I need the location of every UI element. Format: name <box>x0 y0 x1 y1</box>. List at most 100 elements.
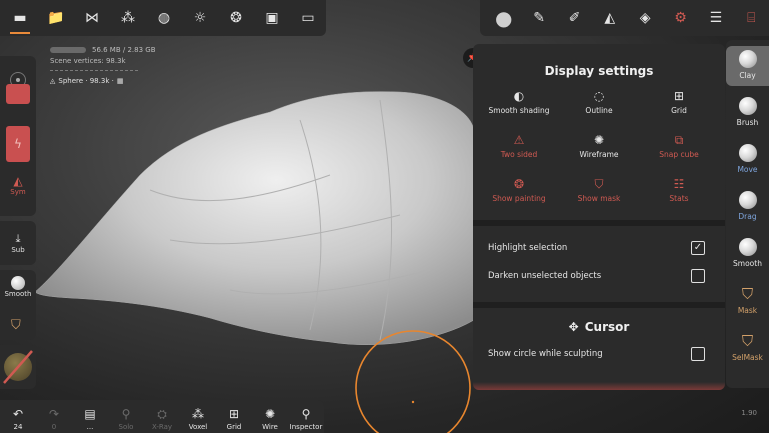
stats-separator <box>50 70 138 71</box>
smooth-label: Smooth <box>4 290 32 298</box>
option-two-sided[interactable]: ⚠ Two sided <box>479 132 559 168</box>
bottom-toolbar: ↶ 24 ↷ 0 ▤... ⚲ Solo ⛭ X-Ray ⁂ Voxel ⊞ Grid ✺ Wire ⚲ Ins… <box>0 400 324 433</box>
inspector-button[interactable]: ⚲ Inspector <box>288 400 324 433</box>
object-row[interactable]: ◬ Sphere · 98.3k · ▦ <box>50 76 156 87</box>
smooth-shading-label: Smooth shading <box>488 106 550 115</box>
tool-drag[interactable]: Drag <box>726 187 769 227</box>
object-text: Sphere · 98.3k · <box>58 77 114 85</box>
aperture-icon[interactable]: ❂ <box>218 1 254 35</box>
darken-unselected-checkbox[interactable] <box>691 269 705 283</box>
solo-icon: ⚲ <box>121 407 131 421</box>
scene-icon[interactable]: ▬ <box>2 1 38 35</box>
option-stats[interactable]: ☷ Stats <box>639 176 719 212</box>
wire-icon: ✺ <box>264 407 276 421</box>
smooth-button[interactable]: Smooth <box>0 276 36 298</box>
sphere-grid-icon[interactable]: ◍ <box>146 1 182 35</box>
drag-ball-icon <box>738 191 757 209</box>
sun-icon[interactable]: ☼ <box>182 1 218 35</box>
xray-button[interactable]: ⛭ X-Ray <box>144 400 180 433</box>
move-ball-icon <box>738 144 757 162</box>
sliders-icon[interactable]: ☰ <box>698 1 733 35</box>
tool-brush[interactable]: Brush <box>726 93 769 133</box>
xray-label: X-Ray <box>151 423 173 431</box>
disabled-slash-icon <box>3 350 33 384</box>
move-cross-icon: ✥ <box>568 320 579 334</box>
sub-label: Sub <box>11 246 25 254</box>
settings-gear-icon[interactable]: ⚙ <box>663 1 698 35</box>
mask-shield-icon[interactable]: ⛉ <box>11 318 21 333</box>
smooth-mask-group: Smooth ⛉ <box>0 270 36 340</box>
history-stack-icon[interactable]: ⌸ <box>734 1 769 35</box>
layers-tree-icon[interactable]: ⁂ <box>110 1 146 35</box>
tool-move[interactable]: Move <box>726 140 769 180</box>
brush-pen-icon[interactable]: ✎ <box>521 1 556 35</box>
panel-scroll-glow <box>473 382 725 390</box>
section-divider <box>473 302 725 308</box>
highlight-selection-row[interactable]: Highlight selection ✓ <box>473 234 725 262</box>
outline-icon: ◌ <box>593 89 605 103</box>
version-label: 1.90 <box>741 409 757 417</box>
snap-cube-icon: ⧉ <box>674 133 684 147</box>
mask-shield-icon: ⛉ <box>741 285 754 303</box>
smooth-ball-icon <box>738 238 757 256</box>
symmetry-icon: ◭ <box>13 174 23 188</box>
option-show-mask[interactable]: ⛉ Show mask <box>559 176 639 212</box>
undo-button[interactable]: ↶ 24 <box>0 400 36 433</box>
darken-unselected-row[interactable]: Darken unselected objects <box>473 262 725 290</box>
highlight-selection-checkbox[interactable]: ✓ <box>691 241 705 255</box>
drag-label: Drag <box>738 212 757 221</box>
display-options-grid: ◐ Smooth shading ◌ Outline ⊞ Grid ⚠ Two sided ✺ W… <box>473 88 725 212</box>
stack-layers-icon[interactable]: ◈ <box>628 1 663 35</box>
wire-button[interactable]: ✺ Wire <box>252 400 288 433</box>
show-circle-row[interactable]: Show circle while sculpting <box>473 340 725 368</box>
show-mask-label: Show mask <box>577 194 621 203</box>
option-outline[interactable]: ◌ Outline <box>559 88 639 124</box>
folder-icon[interactable]: 📁 <box>38 1 74 35</box>
material-sphere-icon[interactable]: ● <box>486 1 521 35</box>
voxel-label: Voxel <box>188 423 208 431</box>
eye-icon: ◬ <box>50 77 56 85</box>
tool-mask[interactable]: ⛉ Mask <box>726 281 769 321</box>
radius-slider[interactable] <box>6 84 30 104</box>
image-icon[interactable]: ▣ <box>254 1 290 35</box>
brush-label: Brush <box>736 118 759 127</box>
inspector-icon: ⚲ <box>301 407 311 421</box>
wireframe-label: Wireframe <box>579 150 619 159</box>
intensity-slider[interactable]: ϟ <box>6 126 30 162</box>
share-nodes-icon[interactable]: ⋈ <box>74 1 110 35</box>
clay-ball-icon <box>738 50 757 68</box>
option-snap-cube[interactable]: ⧉ Snap cube <box>639 132 719 168</box>
tool-clay[interactable]: Clay <box>726 46 769 86</box>
selmask-label: SelMask <box>732 353 763 362</box>
sub-button[interactable]: ⤓ Sub <box>0 221 36 265</box>
solo-button[interactable]: ⚲ Solo <box>108 400 144 433</box>
tool-smooth[interactable]: Smooth <box>726 234 769 274</box>
eyedropper-icon[interactable]: ✐ <box>557 1 592 35</box>
option-wireframe[interactable]: ✺ Wireframe <box>559 132 639 168</box>
left-tool-group: ϟ ◭ Sym <box>0 56 36 216</box>
files-button[interactable]: ▤... <box>72 400 108 433</box>
stats-label: Stats <box>669 194 689 203</box>
selmask-shield-icon: ⛉ <box>741 332 754 350</box>
video-camera-icon[interactable]: ▭ <box>290 1 326 35</box>
sym-button[interactable]: ◭ Sym <box>0 174 36 196</box>
xray-icon: ⛭ <box>157 407 167 421</box>
memory-text: 56.6 MB / 2.83 GB <box>92 46 156 54</box>
voxel-button[interactable]: ⁂ Voxel <box>180 400 216 433</box>
symmetry-triangle-icon[interactable]: ◭ <box>592 1 627 35</box>
show-circle-checkbox[interactable] <box>691 347 705 361</box>
undo-icon: ↶ <box>12 407 24 421</box>
memory-bar <box>50 47 86 53</box>
option-smooth-shading[interactable]: ◐ Smooth shading <box>479 88 559 124</box>
option-grid[interactable]: ⊞ Grid <box>639 88 719 124</box>
redo-button[interactable]: ↷ 0 <box>36 400 72 433</box>
darken-unselected-label: Darken unselected objects <box>488 271 602 281</box>
tool-selmask[interactable]: ⛉ SelMask <box>726 328 769 368</box>
sym-label: Sym <box>10 188 26 196</box>
two-sided-icon: ⚠ <box>513 133 525 147</box>
option-show-painting[interactable]: ❂ Show painting <box>479 176 559 212</box>
grid-button[interactable]: ⊞ Grid <box>216 400 252 433</box>
smooth-label: Smooth <box>733 259 762 268</box>
arrow-down-icon: ⤓ <box>15 232 21 245</box>
material-slot[interactable] <box>0 345 36 389</box>
